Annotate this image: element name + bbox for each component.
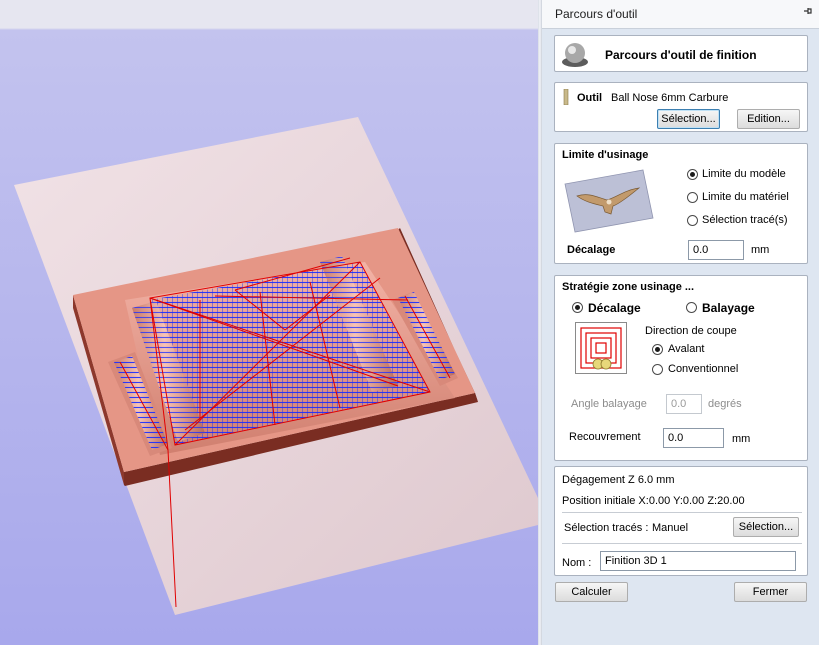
stepover-input[interactable]: 0.0 (663, 428, 724, 448)
home-position-text: Position initiale X:0.00 Y:0.00 Z:20.00 (562, 495, 745, 507)
finishing-toolpath-icon (562, 43, 588, 67)
machining-limit-box: Limite d'usinage Limite du modèle Limite… (554, 143, 808, 264)
tool-box: Outil Ball Nose 6mm Carbure Sélection...… (554, 82, 808, 132)
model-boundary-preview-icon (564, 169, 654, 233)
stepover-unit: mm (732, 433, 751, 445)
name-label: Nom : (562, 557, 592, 569)
toolpath-panel: Parcours d'outil Parcours d'outil de fin… (542, 0, 819, 645)
name-input[interactable]: Finition 3D 1 (600, 551, 796, 571)
conventional-label[interactable]: Conventionnel (668, 363, 738, 375)
raster-angle-label: Angle balayage (571, 398, 647, 410)
machining-limit-title: Limite d'usinage (562, 149, 649, 161)
calculate-button[interactable]: Calculer (555, 582, 628, 602)
settings-box: Dégagement Z 6.0 mm Position initiale X:… (554, 466, 808, 576)
limit-material-label[interactable]: Limite du matériel (702, 191, 789, 203)
offset-strategy-icon (575, 322, 627, 374)
header-title: Parcours d'outil de finition (605, 48, 757, 62)
3d-scene (14, 117, 538, 615)
tool-name: Ball Nose 6mm Carbure (611, 92, 729, 104)
tool-label: Outil (577, 92, 603, 104)
close-button[interactable]: Fermer (734, 582, 807, 602)
cut-direction-label: Direction de coupe (645, 325, 737, 337)
settings-divider-2 (562, 543, 802, 544)
vector-selection-label: Sélection tracés : (564, 522, 649, 534)
raster-angle-input: 0.0 (666, 394, 702, 414)
limit-material-radio[interactable] (687, 192, 698, 203)
limit-model-label[interactable]: Limite du modèle (702, 168, 786, 180)
strategy-offset-label[interactable]: Décalage (588, 301, 641, 315)
strategy-raster-radio[interactable] (686, 302, 697, 313)
strategy-offset-radio[interactable] (572, 302, 583, 313)
climb-radio[interactable] (652, 344, 663, 355)
settings-divider (562, 512, 802, 513)
3d-viewport[interactable] (0, 0, 538, 645)
limit-vectors-label[interactable]: Sélection tracé(s) (702, 214, 788, 226)
offset-input[interactable]: 0.0 (688, 240, 744, 260)
tool-edit-button[interactable]: Edition... (737, 109, 800, 129)
safe-z-text: Dégagement Z 6.0 mm (562, 474, 675, 486)
stepover-label: Recouvrement (569, 431, 641, 443)
strategy-title: Stratégie zone usinage ... (562, 281, 695, 293)
panel-titlebar: Parcours d'outil (542, 0, 819, 29)
strategy-box: Stratégie zone usinage ... Décalage Bala… (554, 275, 808, 461)
conventional-radio[interactable] (652, 364, 663, 375)
tool-select-button[interactable]: Sélection... (657, 109, 720, 129)
strategy-raster-label[interactable]: Balayage (702, 301, 755, 315)
offset-unit: mm (751, 244, 770, 256)
raster-angle-unit: degrés (708, 398, 742, 410)
pin-icon[interactable] (803, 6, 813, 16)
climb-label[interactable]: Avalant (668, 343, 705, 355)
vector-selection-button[interactable]: Sélection... (733, 517, 799, 537)
panel-title: Parcours d'outil (555, 7, 638, 21)
limit-vectors-radio[interactable] (687, 215, 698, 226)
limit-model-radio[interactable] (687, 169, 698, 180)
offset-label: Décalage (567, 244, 616, 256)
header-box: Parcours d'outil de finition (554, 35, 808, 72)
vector-selection-value: Manuel (652, 522, 689, 534)
tool-icon (563, 89, 569, 105)
